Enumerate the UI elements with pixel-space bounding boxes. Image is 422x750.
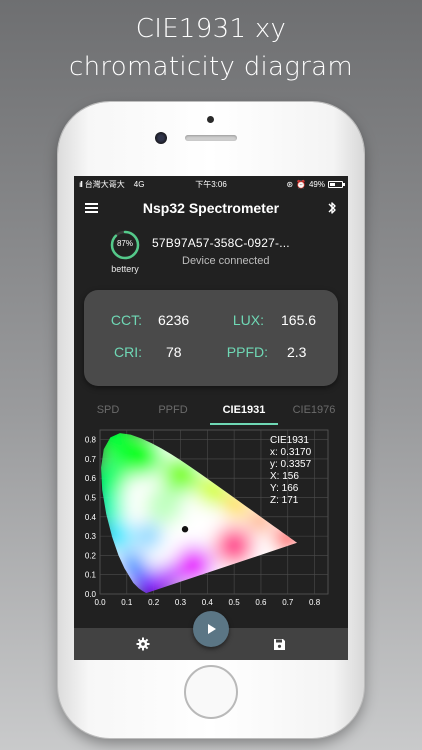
device-status: Device connected xyxy=(182,255,270,267)
device-battery-percent: 87% xyxy=(116,239,133,248)
chart-info: CIE1931 x: 0.3170 y: 0.3357 X: 156 Y: 16… xyxy=(270,435,311,507)
status-bar: ıll 台灣大哥大 4G 下午3:06 ⊛ ⏰ 49% xyxy=(74,176,348,192)
headline-line-2: chromaticity diagram xyxy=(68,52,354,82)
x-tick-label: 0.0 xyxy=(94,598,106,607)
battery-icon xyxy=(328,180,345,188)
x-tick-label: 0.2 xyxy=(148,598,160,607)
tab-spd[interactable]: SPD xyxy=(86,404,130,416)
tab-bar: SPD PPFD CIE1931 CIE1976 xyxy=(74,398,348,425)
y-tick-label: 0.4 xyxy=(85,513,97,522)
app-title: Nsp32 Spectrometer xyxy=(142,200,280,216)
proximity-sensor xyxy=(207,116,214,123)
y-tick-label: 0.5 xyxy=(85,494,97,503)
lux-metric: LUX: xyxy=(204,312,264,328)
x-tick-label: 0.7 xyxy=(282,598,294,607)
x-tick-label: 0.3 xyxy=(175,598,187,607)
chart-info-title: CIE1931 xyxy=(270,435,309,446)
chart-info-cap-x: X: 156 xyxy=(270,471,299,482)
lux-value: 165.6 xyxy=(281,312,317,328)
home-button[interactable] xyxy=(184,665,238,719)
status-time: 下午3:06 xyxy=(195,179,227,189)
cri-label: CRI: xyxy=(114,344,142,360)
device-id[interactable]: 57B97A57-358C-0927-... xyxy=(152,236,290,250)
ppfd-label: PPFD: xyxy=(226,344,268,360)
y-tick-label: 0.7 xyxy=(85,455,97,464)
chart-info-y: y: 0.3357 xyxy=(270,459,312,470)
device-row: 87% bettery 57B97A57-358C-0927-... Devic… xyxy=(74,228,348,276)
cri-metric: CRI: xyxy=(84,344,142,360)
tab-cie1976[interactable]: CIE1976 xyxy=(288,404,340,416)
y-tick-label: 0.8 xyxy=(85,436,97,445)
tab-cie1931[interactable]: CIE1931 xyxy=(210,404,278,416)
play-button[interactable] xyxy=(193,611,229,647)
metrics-card: CCT: 6236 LUX: 165.6 CRI: 78 PPFD: 2.3 xyxy=(84,290,338,386)
save-icon xyxy=(274,638,285,650)
x-tick-label: 0.1 xyxy=(121,598,133,607)
y-tick-label: 0.2 xyxy=(85,551,97,560)
gear-icon xyxy=(136,637,149,651)
menu-icon[interactable] xyxy=(85,203,98,213)
app-screen: ıll 台灣大哥大 4G 下午3:06 ⊛ ⏰ 49% Nsp32 Spectr… xyxy=(74,176,348,660)
settings-button[interactable] xyxy=(74,628,211,660)
ppfd-value-wrap: 2.3 xyxy=(287,344,331,360)
save-button[interactable] xyxy=(211,628,348,660)
x-tick-label: 0.4 xyxy=(202,598,214,607)
front-camera xyxy=(155,132,167,144)
bluetooth-icon[interactable] xyxy=(326,200,338,216)
earpiece-speaker xyxy=(185,135,237,141)
y-tick-label: 0.1 xyxy=(85,571,97,580)
cct-value: 6236 xyxy=(158,312,190,328)
x-tick-label: 0.5 xyxy=(229,598,241,607)
y-tick-label: 0.3 xyxy=(85,532,97,541)
active-tab-indicator xyxy=(210,423,278,425)
phone-frame: ıll 台灣大哥大 4G 下午3:06 ⊛ ⏰ 49% Nsp32 Spectr… xyxy=(58,102,364,738)
tab-ppfd[interactable]: PPFD xyxy=(150,404,196,416)
y-tick-label: 0.6 xyxy=(85,474,97,483)
app-bar: Nsp32 Spectrometer xyxy=(74,192,348,224)
ppfd-value: 2.3 xyxy=(287,344,307,360)
x-tick-label: 0.8 xyxy=(309,598,321,607)
x-tick-label: 0.6 xyxy=(255,598,267,607)
chart-info-cap-y: Y: 166 xyxy=(270,483,299,494)
lux-label: LUX: xyxy=(232,312,264,328)
headline-line-1: CIE1931 xy xyxy=(135,14,287,44)
lux-value-wrap: 165.6 xyxy=(281,312,331,328)
device-battery-label: bettery xyxy=(111,264,139,274)
chart-info-x: x: 0.3170 xyxy=(270,447,312,458)
ppfd-metric: PPFD: xyxy=(204,344,268,360)
play-icon xyxy=(208,624,216,634)
y-tick-label: 0.0 xyxy=(85,590,97,599)
cri-value: 78 xyxy=(166,344,182,360)
cct-label: CCT: xyxy=(110,312,142,328)
cct-metric: CCT: xyxy=(84,312,142,328)
chart-info-cap-z: Z: 171 xyxy=(270,495,299,506)
chromaticity-point xyxy=(181,526,189,533)
